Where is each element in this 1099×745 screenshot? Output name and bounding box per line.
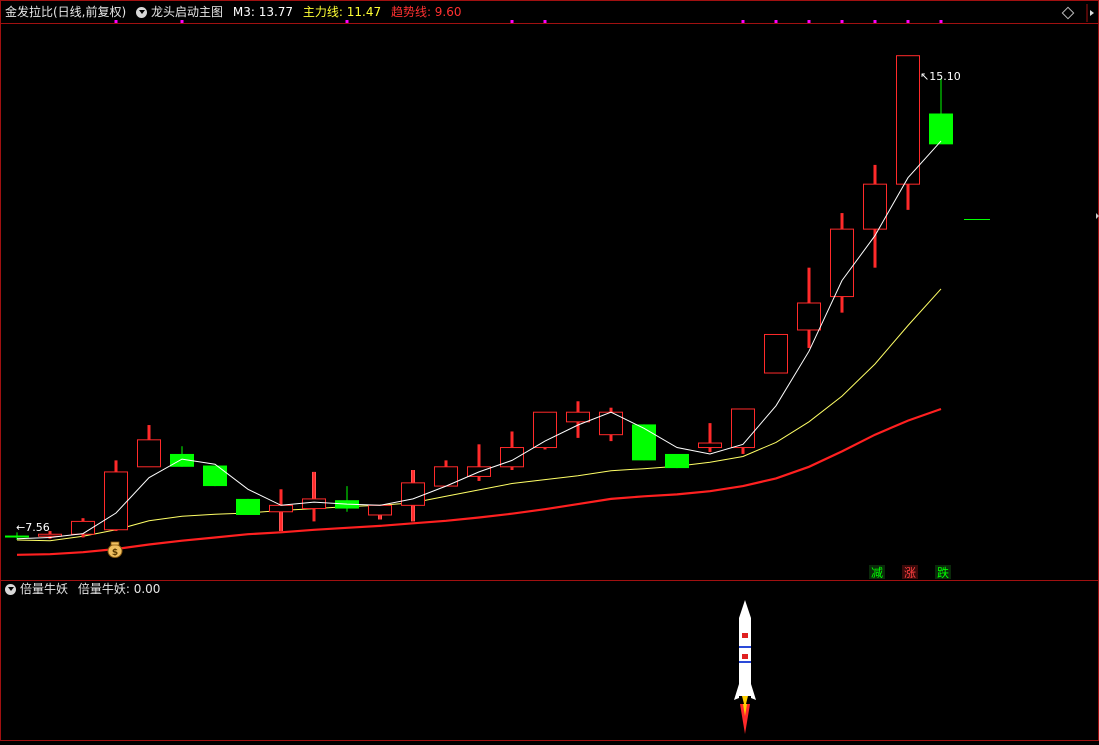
sub-header: 倍量牛妖 倍量牛妖: 0.00 — [5, 582, 160, 596]
body-27 — [896, 55, 920, 185]
indicator-menu-icon[interactable] — [136, 7, 148, 18]
m3-value: M3: 13.77 — [232, 5, 294, 19]
candle-22 — [731, 408, 755, 454]
body-4 — [137, 439, 161, 468]
body-1 — [38, 533, 62, 537]
top-marker-10 — [906, 20, 910, 23]
top-marker-1 — [180, 20, 184, 23]
body-22 — [731, 408, 755, 449]
symbol-title: 金发拉比(日线,前复权) — [5, 5, 127, 19]
body-15 — [500, 447, 524, 468]
body-25 — [830, 228, 854, 298]
mark-up: 涨 — [902, 565, 918, 580]
body-16 — [533, 411, 557, 449]
sub-indicator-value: 倍量牛妖: 0.00 — [77, 582, 161, 596]
body-11 — [368, 504, 392, 516]
body-28 — [929, 113, 953, 145]
body-3 — [104, 471, 128, 531]
svg-text:减: 减 — [871, 566, 883, 580]
body-9 — [302, 498, 326, 510]
body-21 — [698, 442, 722, 449]
top-marker-7 — [807, 20, 811, 23]
top-marker-0 — [114, 20, 118, 23]
top-marker-11 — [939, 20, 943, 23]
chart-frame: ↖15.10 ←7.56 $ 减 涨 跌 金发拉比(日线,前复权) 龙头启动主图… — [0, 0, 1099, 741]
top-marker-4 — [543, 20, 547, 23]
main-header: 金发拉比(日线,前复权) 龙头启动主图 M3: 13.77 主力线: 11.47… — [5, 5, 462, 19]
sub-indicator-name[interactable]: 倍量牛妖 — [20, 582, 68, 596]
candle-23 — [764, 333, 788, 374]
body-7 — [236, 498, 260, 515]
sub-indicator-menu-icon[interactable] — [5, 584, 16, 595]
body-20 — [665, 453, 689, 469]
body-17 — [566, 411, 590, 423]
candle-16 — [533, 411, 557, 450]
candle-20 — [665, 453, 689, 469]
main-line-value: 主力线: 11.47 — [302, 5, 382, 19]
indicator-name[interactable]: 龙头启动主图 — [151, 5, 223, 19]
top-marker-5 — [741, 20, 745, 23]
body-6 — [203, 465, 227, 487]
body-8 — [269, 504, 293, 513]
body-12 — [401, 482, 425, 506]
body-23 — [764, 333, 788, 374]
svg-text:$: $ — [112, 548, 118, 558]
low-label: ←7.56 — [16, 521, 50, 534]
svg-text:涨: 涨 — [904, 565, 916, 580]
candle-19 — [632, 424, 656, 461]
body-19 — [632, 424, 656, 461]
svg-text:跌: 跌 — [937, 565, 949, 580]
top-marker-6 — [774, 20, 778, 23]
body-2 — [71, 520, 95, 535]
top-marker-3 — [510, 20, 514, 23]
mark-down: 跌 — [935, 565, 951, 580]
body-24 — [797, 302, 821, 331]
candle-6 — [203, 465, 227, 487]
body-0 — [5, 535, 29, 538]
mark-minus: 减 — [869, 565, 885, 580]
high-label: ↖15.10 — [920, 70, 961, 83]
trend-line-value: 趋势线: 9.60 — [390, 5, 462, 19]
top-marker-2 — [345, 20, 349, 23]
top-marker-8 — [840, 20, 844, 23]
chart-canvas: ↖15.10 ←7.56 $ 减 涨 跌 — [0, 0, 1099, 741]
top-marker-9 — [873, 20, 877, 23]
candle-7 — [236, 498, 260, 515]
